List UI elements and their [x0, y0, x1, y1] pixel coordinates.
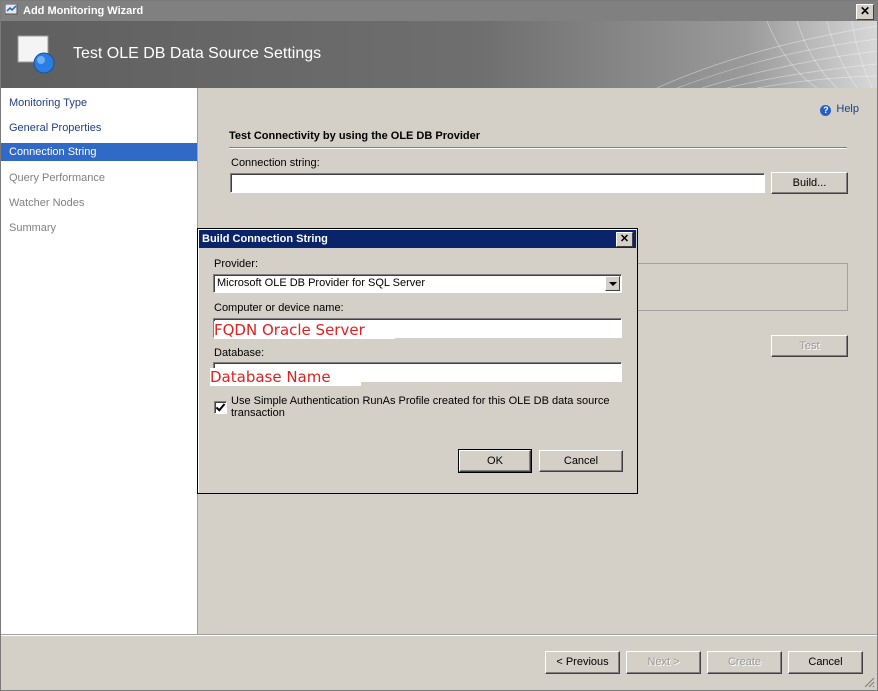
computer-name-value: FQDN Oracle Server — [214, 321, 395, 339]
provider-label: Provider: — [214, 258, 259, 270]
banner-mesh-decoration — [656, 21, 877, 88]
database-input[interactable]: Database Name — [210, 362, 622, 386]
dialog-title-bar[interactable]: Build Connection String ✕ — [199, 230, 636, 248]
result-groupbox — [618, 263, 848, 311]
dialog-cancel-button[interactable]: Cancel — [539, 450, 623, 472]
close-icon: ✕ — [859, 4, 871, 18]
header-banner: Test OLE DB Data Source Settings — [1, 21, 877, 88]
dialog-title: Build Connection String — [202, 233, 328, 245]
dialog-close-button[interactable]: ✕ — [616, 232, 633, 247]
nav-item-monitoring-type[interactable]: Monitoring Type — [1, 94, 197, 112]
nav-item-connection-string[interactable]: Connection String — [1, 143, 197, 161]
create-button[interactable]: Create — [707, 651, 782, 674]
test-button[interactable]: Test — [771, 335, 848, 357]
simple-auth-label-line1: Use Simple Authentication RunAs Profile … — [231, 395, 610, 407]
wizard-steps-sidebar: Monitoring Type General Properties Conne… — [1, 88, 198, 634]
window-close-button[interactable]: ✕ — [856, 4, 874, 20]
previous-button[interactable]: < Previous — [545, 651, 620, 674]
ok-button[interactable]: OK — [458, 449, 532, 473]
section-title: Test Connectivity by using the OLE DB Pr… — [229, 130, 481, 142]
computer-name-label: Computer or device name: — [214, 302, 344, 314]
resize-grip-icon[interactable] — [863, 676, 875, 688]
section-divider — [229, 147, 847, 149]
help-label: Help — [836, 103, 859, 115]
connection-string-input[interactable] — [230, 173, 765, 193]
build-button[interactable]: Build... — [771, 172, 848, 194]
wizard-window: Add Monitoring Wizard ✕ Test OLE DB Data… — [0, 0, 878, 691]
database-value: Database Name — [210, 368, 361, 386]
next-button[interactable]: Next > — [626, 651, 701, 674]
help-link[interactable]: ? Help — [820, 103, 859, 116]
provider-select[interactable]: Microsoft OLE DB Provider for SQL Server — [213, 274, 622, 293]
data-source-icon — [17, 35, 55, 74]
nav-item-summary[interactable]: Summary — [1, 219, 197, 237]
cancel-button[interactable]: Cancel — [788, 651, 863, 674]
wizard-app-icon — [5, 4, 18, 15]
help-icon: ? — [820, 105, 832, 116]
simple-auth-label: Use Simple Authentication RunAs Profile … — [231, 395, 626, 419]
nav-item-query-performance[interactable]: Query Performance — [1, 169, 197, 187]
build-connection-string-dialog: Build Connection String ✕ Provider: Micr… — [197, 228, 638, 494]
window-title: Add Monitoring Wizard — [23, 5, 144, 17]
database-label: Database: — [214, 347, 265, 359]
nav-item-watcher-nodes[interactable]: Watcher Nodes — [1, 194, 197, 212]
page-title: Test OLE DB Data Source Settings — [73, 45, 322, 62]
connection-string-label: Connection string: — [231, 157, 320, 169]
simple-auth-checkbox[interactable] — [214, 401, 227, 414]
footer-divider — [1, 634, 877, 636]
nav-item-general-properties[interactable]: General Properties — [1, 119, 197, 137]
close-icon: ✕ — [619, 233, 630, 245]
provider-value: Microsoft OLE DB Provider for SQL Server — [217, 277, 426, 289]
simple-auth-label-line2: transaction — [231, 407, 285, 419]
dropdown-arrow-icon[interactable] — [605, 276, 620, 291]
computer-name-input[interactable]: FQDN Oracle Server — [213, 318, 622, 339]
title-bar[interactable]: Add Monitoring Wizard ✕ — [1, 1, 877, 21]
